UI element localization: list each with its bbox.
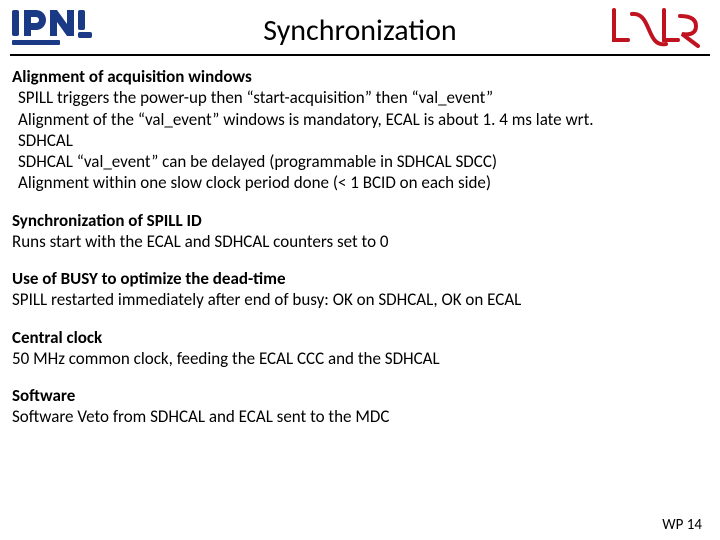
slide-content: Alignment of acquisition windows SPILL t… (0, 58, 720, 428)
title-underline (10, 54, 710, 56)
section-title: Use of BUSY to optimize the dead-time (12, 268, 706, 289)
section-central-clock: Central clock 50 MHz common clock, feedi… (12, 327, 706, 370)
section-alignment: Alignment of acquisition windows SPILL t… (12, 66, 706, 194)
slide-footer: WP 14 (662, 516, 702, 534)
section-title: Alignment of acquisition windows (12, 66, 706, 87)
section-line: SPILL restarted immediately after end of… (12, 289, 706, 310)
section-software: Software Software Veto from SDHCAL and E… (12, 385, 706, 428)
section-line: Alignment of the “val_event” windows is … (12, 109, 706, 130)
section-line: SDHCAL “val_event” can be delayed (progr… (12, 151, 706, 172)
section-title: Central clock (12, 327, 706, 348)
section-line: Runs start with the ECAL and SDHCAL coun… (12, 231, 706, 252)
section-line: SPILL triggers the power-up then “start-… (12, 87, 706, 108)
section-line: 50 MHz common clock, feeding the ECAL CC… (12, 348, 706, 369)
section-line: Alignment within one slow clock period d… (12, 172, 706, 193)
section-title: Software (12, 385, 706, 406)
section-line: Software Veto from SDHCAL and ECAL sent … (12, 406, 706, 427)
section-busy: Use of BUSY to optimize the dead-time SP… (12, 268, 706, 311)
llr-logo (606, 4, 702, 59)
section-title: Synchronization of SPILL ID (12, 210, 706, 231)
slide-header: Synchronization (0, 0, 720, 58)
section-line: SDHCAL (12, 130, 706, 151)
section-spill-id: Synchronization of SPILL ID Runs start w… (12, 210, 706, 253)
